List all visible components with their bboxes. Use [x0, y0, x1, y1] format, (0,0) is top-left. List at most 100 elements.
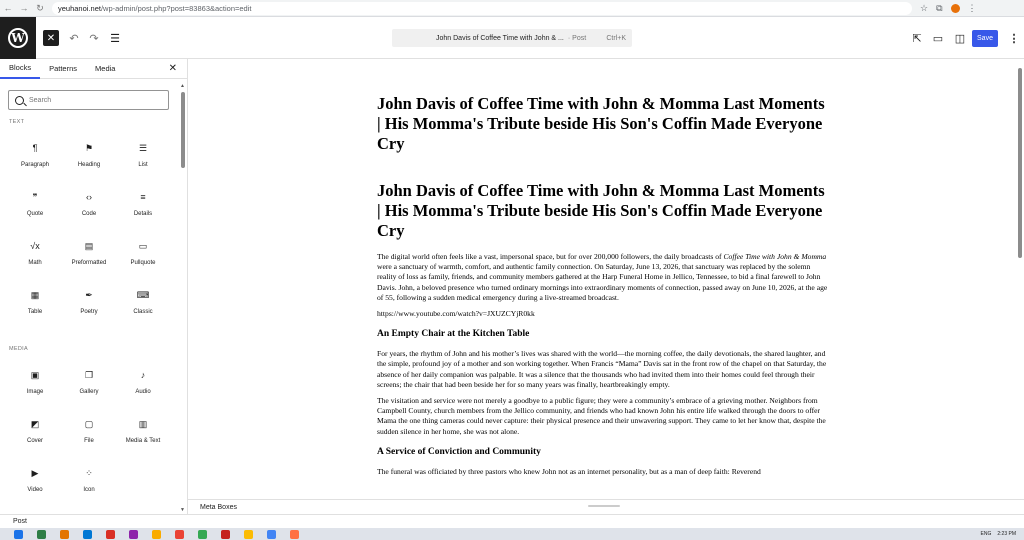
sidebar-scroll-down-icon[interactable]: ▼ [180, 507, 185, 513]
subheading-block[interactable]: An Empty Chair at the Kitchen Table [377, 329, 829, 339]
block-audio[interactable]: ♪ Audio [116, 360, 170, 409]
block-gallery[interactable]: ❐ Gallery [62, 360, 116, 409]
block-media-text[interactable]: ▥ Media & Text [116, 409, 170, 458]
taskbar-app-icon[interactable] [83, 529, 92, 539]
heading-icon: ⚑ [84, 142, 94, 153]
block-cover[interactable]: ◩ Cover [8, 409, 62, 458]
view-post-icon[interactable]: ⇱ [909, 30, 925, 46]
block-math[interactable]: √x Math [8, 231, 62, 280]
sidebar-scroll-up-icon[interactable]: ▲ [180, 83, 185, 89]
block-pullquote[interactable]: ▭ Pullquote [116, 231, 170, 280]
paragraph-block[interactable]: The funeral was officiated by three past… [377, 467, 829, 477]
editor-footer: Post [0, 514, 1024, 528]
block-label: Preformatted [71, 260, 107, 266]
taskbar-app-icon[interactable] [106, 529, 115, 539]
device-preview-icon[interactable]: ▭ [930, 30, 946, 46]
block-video[interactable]: ▶ Video [8, 458, 62, 507]
save-button[interactable]: Save [972, 30, 998, 47]
block-list[interactable]: ☰ List [116, 133, 170, 182]
reload-icon[interactable]: ↻ [32, 3, 48, 14]
post-content: John Davis of Coffee Time with John & Mo… [377, 94, 829, 483]
inserter-tabs: Blocks Patterns Media ✕ [0, 59, 187, 79]
meta-boxes-label: Meta Boxes [200, 503, 237, 511]
quote-icon: ❞ [32, 191, 38, 202]
search-icon [15, 95, 24, 105]
address-bar[interactable]: yeuhanoi.net/wp-admin/post.php?post=8386… [52, 1, 912, 15]
browser-toolbar: ← → ↻ yeuhanoi.net/wp-admin/post.php?pos… [0, 0, 1024, 17]
embed-url-paragraph[interactable]: https://www.youtube.com/watch?v=JXUZCYjR… [377, 309, 829, 319]
close-inserter-button[interactable]: ✕ [43, 30, 59, 46]
paragraph-icon: ¶ [32, 143, 38, 153]
block-preformatted[interactable]: ▤ Preformatted [62, 231, 116, 280]
block-label: File [84, 438, 94, 444]
options-more-icon[interactable]: ⋮ [1006, 30, 1022, 46]
block-paragraph[interactable]: ¶ Paragraph [8, 133, 62, 182]
extensions-icon[interactable]: ⧉ [936, 3, 942, 14]
video-icon: ▶ [31, 467, 39, 478]
block-quote[interactable]: ❞ Quote [8, 182, 62, 231]
list-icon: ☰ [138, 142, 148, 153]
paragraph-block[interactable]: For years, the rhythm of John and his mo… [377, 349, 829, 390]
text-run: The digital world often feels like a vas… [377, 252, 724, 261]
back-icon[interactable]: ← [0, 3, 16, 13]
code-icon: ‹› [86, 192, 92, 202]
taskbar-app-icon[interactable] [152, 529, 161, 539]
block-details[interactable]: ≡ Details [116, 182, 170, 231]
settings-sidebar-icon[interactable]: ◫ [952, 30, 968, 46]
block-file[interactable]: ▢ File [62, 409, 116, 458]
document-overview-icon[interactable]: ☰ [107, 30, 123, 46]
command-palette-button[interactable]: John Davis of Coffee Time with John & ..… [392, 29, 632, 47]
block-inserter: Blocks Patterns Media ✕ Search TEXT ¶ Par… [0, 59, 188, 514]
taskbar-app-icon[interactable] [198, 529, 207, 539]
taskbar-app-icon[interactable] [60, 529, 69, 539]
block-code[interactable]: ‹› Code [62, 182, 116, 231]
clock-time[interactable]: 2:23 PM [997, 531, 1016, 537]
search-input[interactable]: Search [8, 90, 169, 110]
post-title[interactable]: John Davis of Coffee Time with John & Mo… [377, 94, 829, 154]
tab-patterns[interactable]: Patterns [40, 59, 86, 79]
browser-menu-icon[interactable]: ⋮ [968, 3, 977, 14]
taskbar-app-icon[interactable] [221, 529, 230, 539]
taskbar-app-icon[interactable] [244, 529, 253, 539]
forward-icon[interactable]: → [16, 3, 32, 13]
tab-media[interactable]: Media [86, 59, 124, 79]
taskbar-app-icon[interactable] [129, 529, 138, 539]
resize-handle[interactable] [588, 505, 620, 507]
breadcrumb[interactable]: Post [13, 518, 27, 525]
subheading-block[interactable]: A Service of Conviction and Community [377, 447, 829, 457]
paragraph-block[interactable]: The digital world often feels like a vas… [377, 252, 829, 303]
block-image[interactable]: ▣ Image [8, 360, 62, 409]
language-indicator[interactable]: ENG [981, 531, 992, 537]
block-heading[interactable]: ⚑ Heading [62, 133, 116, 182]
block-poetry[interactable]: ✒ Poetry [62, 280, 116, 329]
taskbar-app-icon[interactable] [37, 529, 46, 539]
wordpress-logo[interactable]: W [0, 17, 36, 59]
taskbar-app-icon[interactable] [175, 529, 184, 539]
table-icon: ▦ [30, 289, 40, 300]
sidebar-scrollbar[interactable] [181, 92, 185, 168]
block-classic[interactable]: ⌨ Classic [116, 280, 170, 329]
close-icon[interactable]: ✕ [169, 63, 177, 74]
profile-avatar[interactable] [950, 3, 960, 13]
meta-boxes-panel[interactable]: Meta Boxes [188, 499, 1024, 514]
windows-start-icon[interactable] [14, 529, 23, 539]
category-media-label: MEDIA [9, 346, 28, 352]
block-icon[interactable]: ⁘ Icon [62, 458, 116, 507]
taskbar-app-icon[interactable] [267, 529, 276, 539]
paragraph-block[interactable]: The visitation and service were not mere… [377, 396, 829, 437]
block-table[interactable]: ▦ Table [8, 280, 62, 329]
redo-icon[interactable]: ↷ [86, 30, 102, 46]
bookmark-star-icon[interactable]: ☆ [920, 3, 928, 14]
cover-icon: ◩ [30, 418, 40, 429]
canvas-scrollbar[interactable] [1018, 68, 1022, 258]
taskbar-app-icon[interactable] [290, 529, 299, 539]
block-label: List [138, 162, 148, 168]
editor-header: W ✕ ↶ ↷ ☰ John Davis of Coffee Time with… [0, 17, 1024, 59]
tab-blocks[interactable]: Blocks [0, 59, 41, 79]
undo-icon[interactable]: ↶ [66, 30, 82, 46]
heading-block[interactable]: John Davis of Coffee Time with John & Mo… [377, 181, 829, 241]
classic-icon: ⌨ [136, 289, 150, 300]
gallery-icon: ❐ [84, 369, 94, 380]
block-label: Pullquote [130, 260, 156, 266]
poetry-icon: ✒ [85, 289, 93, 300]
